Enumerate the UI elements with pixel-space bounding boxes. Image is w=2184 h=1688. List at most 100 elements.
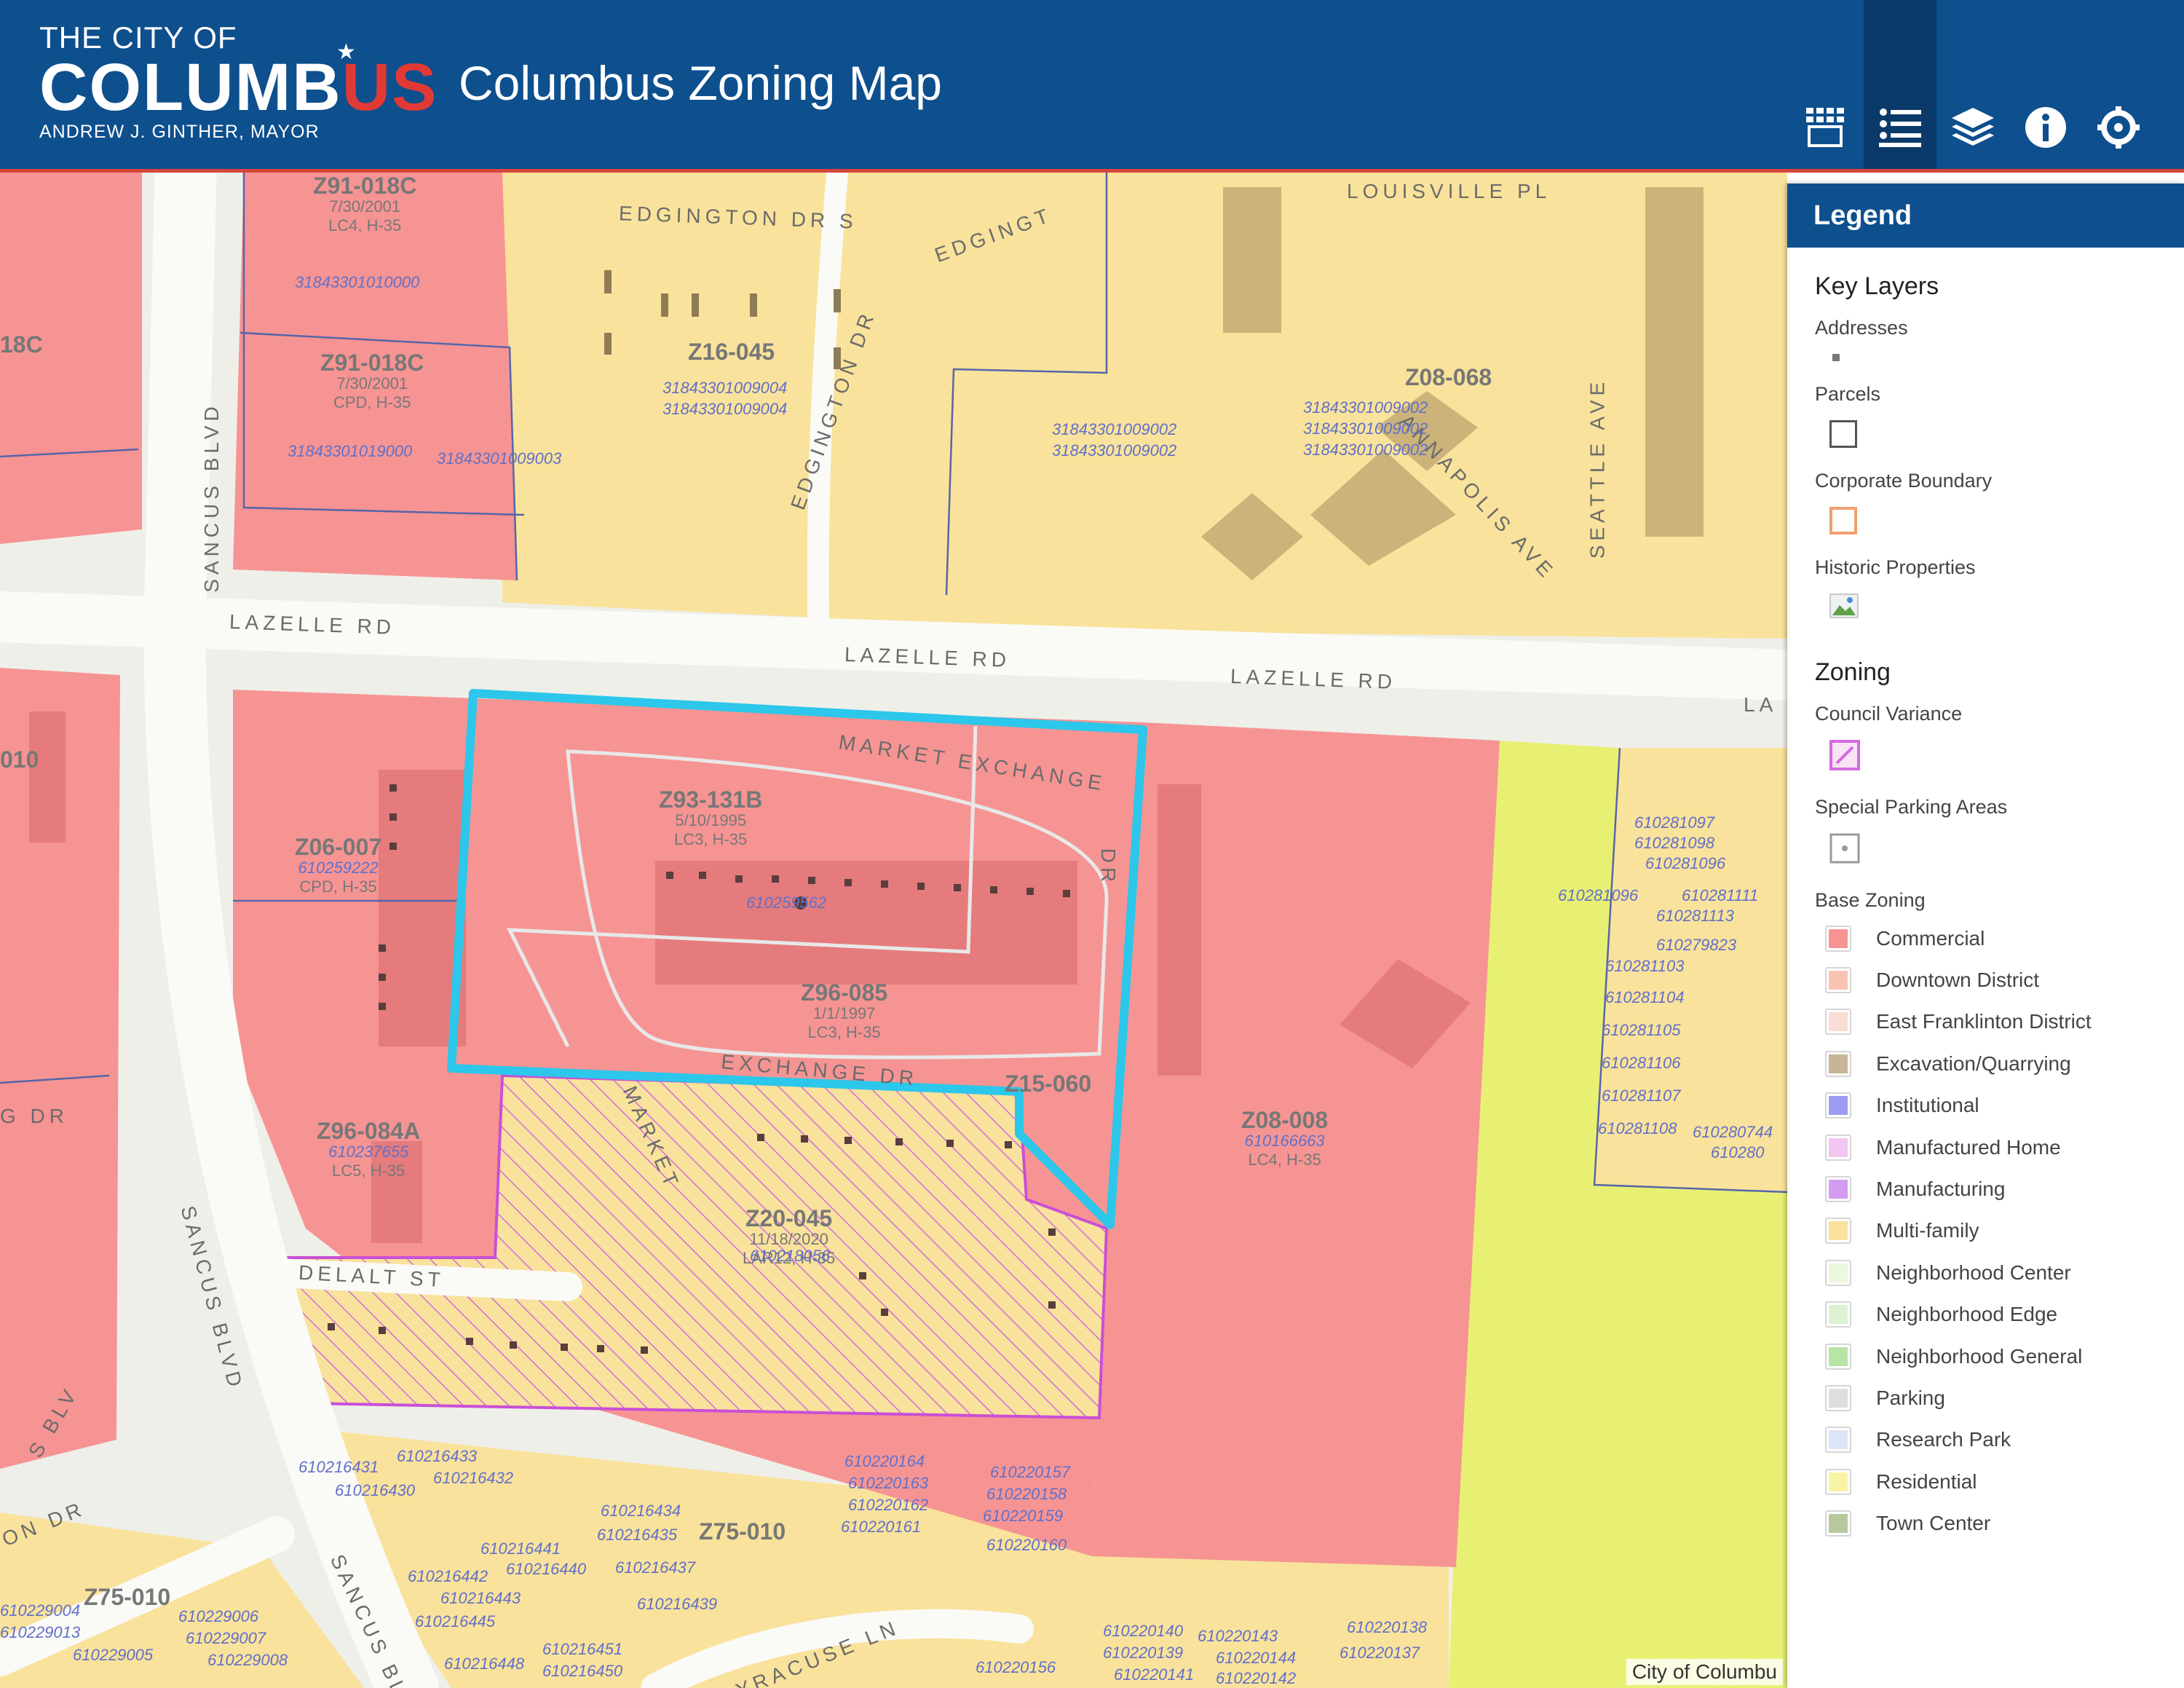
street-label: SEATTLE AVE (1586, 377, 1609, 559)
parcel-id: 31843301009002 (1303, 398, 1428, 417)
base-zoning-item: Institutional (1825, 1085, 2184, 1127)
base-zoning-item: Multi-family (1825, 1210, 2184, 1252)
parcel-id: 610229007 (186, 1629, 266, 1647)
layers-button[interactable] (1936, 0, 2009, 169)
zoning-case-label[interactable]: Z06-007 610259222 CPD, H-35 (295, 835, 381, 896)
legend-section-key-layers: Key Layers (1815, 272, 1939, 300)
parcel-id: 610281104 (1605, 988, 1685, 1006)
parcel-id: 610216443 (440, 1589, 521, 1607)
zoning-case-label[interactable]: Z93-131B 5/10/1995 LC3, H-35 (659, 788, 762, 849)
parcel-id: 31843301009002 (1303, 419, 1428, 438)
parcel-id: 610220164 (844, 1452, 925, 1470)
zoning-case-label[interactable]: 010 (0, 748, 39, 771)
zoning-case-label[interactable]: Z75-010 (84, 1585, 170, 1609)
legend-title: Legend (1787, 184, 2184, 248)
zoning-swatch-icon (1825, 1384, 1851, 1411)
address-point-icon (1829, 354, 2184, 361)
layers-icon (1952, 108, 1994, 146)
base-zoning-label: Research Park (1876, 1428, 2011, 1451)
zone-commercial-nw1 (0, 173, 142, 544)
parcel-id: 610220144 (1216, 1649, 1297, 1667)
zoning-case-label[interactable]: Z16-045 (688, 340, 775, 363)
legend-panel: Legend Key Layers Addresses Parcels Corp… (1787, 184, 2184, 1688)
legend-council-variance-label: Council Variance (1815, 703, 1963, 725)
logo-line1: THE CITY OF (39, 20, 237, 55)
zoning-case-label[interactable]: Z75-010 (699, 1520, 786, 1543)
base-zoning-label: Town Center (1876, 1512, 1991, 1535)
street-label: SANCUS BLVD (199, 402, 223, 593)
parcel-id: 610220138 (1347, 1618, 1428, 1636)
parcel-id: 610216451 (542, 1640, 623, 1658)
parcel-id: 610216437 (615, 1558, 696, 1577)
settings-button[interactable] (2082, 0, 2155, 169)
star-icon: ★ (336, 40, 356, 64)
zoning-swatch-icon (1825, 925, 1851, 952)
parcel-id: 610279823 (1656, 936, 1737, 954)
special-parking-icon (1829, 833, 2184, 867)
parcel-id: 610220158 (986, 1485, 1067, 1503)
parcel-id: 610280744 (1693, 1123, 1773, 1141)
parcel-id: 610281103 (1605, 957, 1685, 975)
parcel-id: 610216445 (415, 1612, 496, 1630)
parcel-id: 610281113 (1656, 907, 1734, 925)
base-zoning-item: Excavation/Quarrying (1825, 1043, 2184, 1084)
zoning-swatch-icon (1825, 1301, 1851, 1328)
parcel-id: 610216440 (506, 1560, 587, 1578)
parcel-id: 31843301009003 (437, 449, 562, 468)
zoning-swatch-icon (1825, 1510, 1851, 1537)
parcel-id: 31843301009004 (662, 379, 788, 397)
parcel-id: 610281098 (1634, 834, 1715, 852)
street-label: LOUISVILLE PL (1347, 180, 1551, 202)
legend-addresses-label: Addresses (1815, 317, 1908, 339)
zoning-case-label[interactable]: 18C (0, 333, 43, 356)
zoning-swatch-icon (1825, 1134, 1851, 1161)
parcel-id: 610220139 (1103, 1644, 1184, 1662)
base-zoning-item: Research Park (1825, 1419, 2184, 1461)
legend-button[interactable] (1864, 0, 1936, 169)
zoning-case-label[interactable]: Z15-060 (1005, 1072, 1091, 1095)
zoning-swatch-icon (1825, 967, 1851, 994)
zoning-case-label[interactable]: Z91-018C 7/30/2001 LC4, H-35 (313, 174, 416, 235)
basemap-gallery-button[interactable] (1791, 0, 1864, 169)
parcel-id: 610216433 (397, 1447, 478, 1465)
parcel-id: 31843301009004 (662, 400, 788, 418)
legend-corporate-boundary-label: Corporate Boundary (1815, 470, 1993, 492)
basemap-gallery-icon (1806, 108, 1844, 147)
parcel-id: 610281107 (1602, 1086, 1681, 1105)
zoning-case-label[interactable]: Z08-008 610166663 LC4, H-35 (1241, 1108, 1328, 1170)
zoning-case-label[interactable]: Z96-084A 610237655 LC5, H-35 (317, 1119, 420, 1180)
zoning-swatch-icon (1825, 1427, 1851, 1454)
parcel-id: 610229013 (0, 1623, 81, 1641)
zoning-case-label[interactable]: Z08-068 (1405, 366, 1492, 389)
settings-icon (2097, 106, 2140, 149)
parcel-id: 610216431 (298, 1458, 379, 1476)
parcel-id: 610216448 (444, 1655, 525, 1673)
legend-parcels-label: Parcels (1815, 383, 1881, 405)
parcel-id: 610220137 (1340, 1644, 1420, 1662)
council-variance-icon (1829, 740, 2184, 774)
parcel-id: 610229008 (207, 1651, 288, 1669)
base-zoning-label: Neighborhood Center (1876, 1261, 2071, 1284)
parcel-id: 31843301009002 (1052, 420, 1177, 438)
parcel-id: 610229006 (178, 1607, 259, 1625)
parcel-id: 610281106 (1602, 1054, 1681, 1072)
base-zoning-label: Residential (1876, 1470, 1977, 1493)
parcel-id: 610216435 (597, 1526, 678, 1544)
map-view[interactable]: EDGINGTON DR S EDGINGT LOUISVILLE PL EDG… (0, 173, 1787, 1688)
zoning-case-label[interactable]: Z91-018C 7/30/2001 CPD, H-35 (320, 351, 424, 412)
base-zoning-list: Commercial Downtown District East Franklin… (1815, 918, 2184, 1545)
zoning-case-label[interactable]: Z96-085 1/1/1997 LC3, H-35 (801, 981, 887, 1042)
street-label: DR (1097, 848, 1120, 887)
parcel-id: 610220143 (1198, 1627, 1278, 1645)
parcel-id: 610220160 (986, 1536, 1067, 1554)
info-button[interactable] (2009, 0, 2082, 169)
zoning-swatch-icon (1825, 1468, 1851, 1495)
legend-special-parking-label: Special Parking Areas (1815, 796, 2008, 818)
historic-properties-icon (1829, 593, 2184, 622)
map-attribution: City of Columbu (1626, 1659, 1783, 1685)
base-zoning-item: Commercial (1825, 918, 2184, 959)
city-logo[interactable]: THE CITY OF COLUMBUS ANDREW J. GINTHER, … (39, 22, 438, 143)
parcel-id: 610216432 (433, 1469, 514, 1487)
base-zoning-item: Manufactured Home (1825, 1127, 2184, 1168)
parcel-id: 610220157 (990, 1463, 1071, 1481)
